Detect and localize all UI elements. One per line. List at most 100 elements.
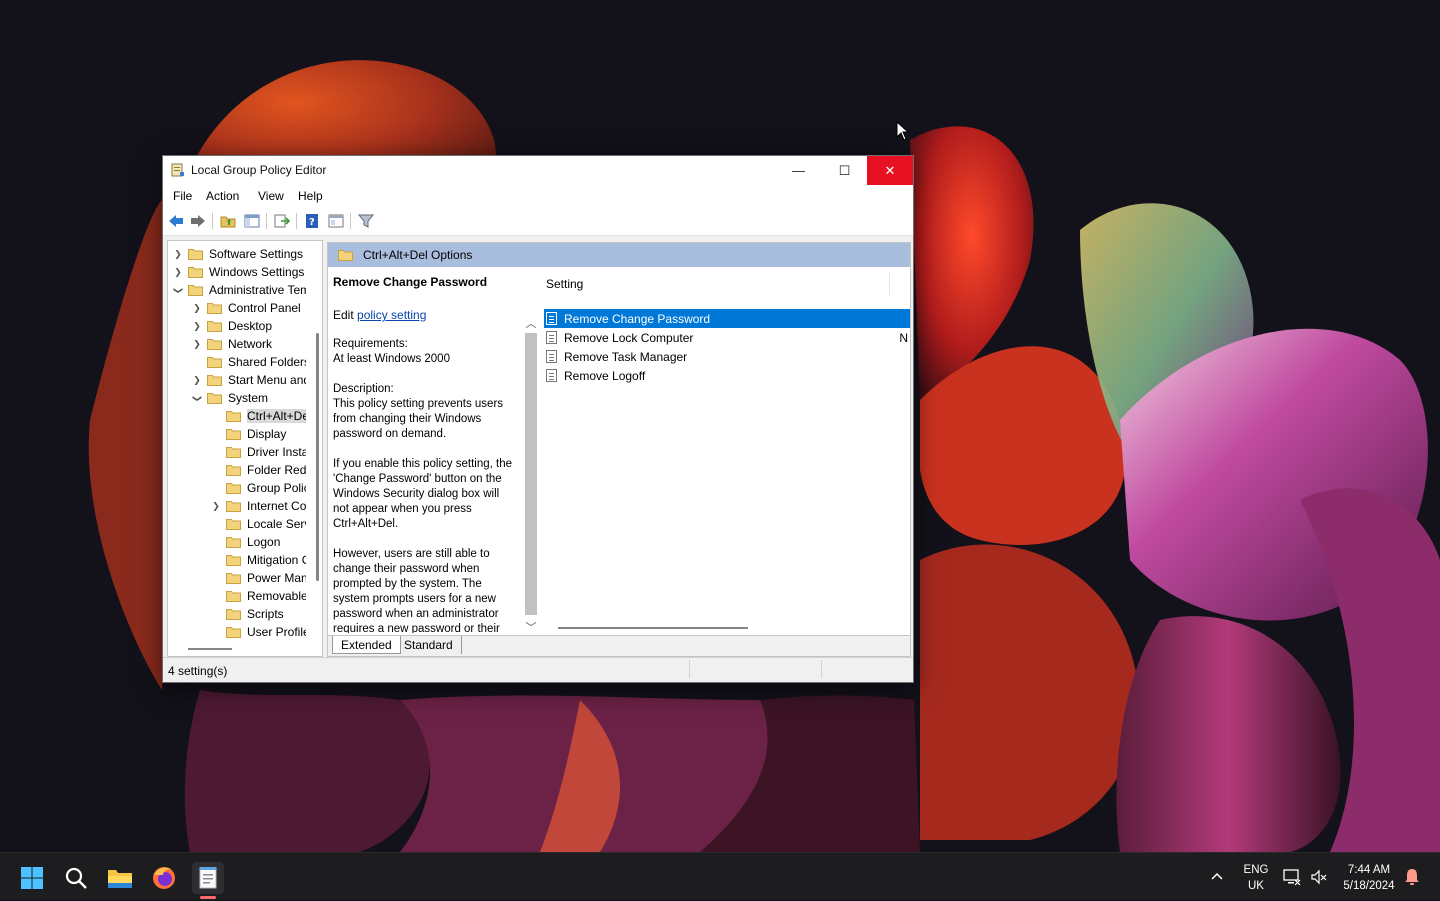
tree-item[interactable]: ❯ Desktop [191, 317, 272, 335]
clock[interactable]: 7:44 AM 5/18/2024 [1336, 862, 1402, 894]
tab-standard-label: Standard [404, 638, 453, 652]
tree-item[interactable]: Removable Storage Access [210, 587, 306, 605]
status-divider [821, 660, 822, 678]
tree-item[interactable]: Driver Installation [210, 443, 306, 461]
title-bar[interactable]: Local Group Policy Editor — ☐ ✕ [163, 156, 913, 185]
mouse-cursor-icon [896, 121, 910, 141]
tree-item[interactable]: Mitigation Options [210, 551, 306, 569]
language-indicator[interactable]: ENG UK [1243, 862, 1269, 894]
list-horizontal-scrollbar[interactable] [558, 627, 748, 629]
maximize-icon: ☐ [838, 162, 851, 178]
folder-icon [226, 555, 241, 566]
tree-item[interactable]: Scripts [210, 605, 284, 623]
tree-view: ❯ Software Settings ❯ Windows Settings ❯ Admi… [168, 241, 306, 641]
tree-item[interactable]: ❯ System [191, 389, 269, 407]
tab-standard[interactable]: Standard [396, 636, 462, 654]
clock-date: 5/18/2024 [1343, 880, 1395, 892]
tree-item[interactable]: ❯ Software Settings [172, 245, 303, 263]
column-divider[interactable] [889, 273, 890, 295]
folder-icon [226, 501, 241, 512]
tree-pane[interactable]: ❯ Software Settings ❯ Windows Settings ❯ Admi… [167, 240, 323, 657]
folder-icon [207, 303, 222, 314]
show-hide-tree-icon[interactable] [243, 212, 261, 230]
tree-item-label: Windows Settings [209, 265, 305, 279]
back-arrow-icon[interactable] [167, 212, 185, 230]
tree-horizontal-scrollbar[interactable] [188, 648, 232, 650]
policy-editor-app-icon [171, 163, 184, 177]
details-pane: Ctrl+Alt+Del Options Remove Change Passw… [327, 242, 911, 657]
maximize-button[interactable]: ☐ [822, 156, 867, 185]
chevron-right-icon[interactable]: ❯ [191, 339, 203, 350]
folder-icon [226, 609, 241, 620]
scroll-up-icon[interactable]: ︿ [524, 315, 538, 331]
tree-item[interactable]: Group Policy [210, 479, 306, 497]
description-scrollbar[interactable]: ︿ ﹀ [524, 315, 538, 633]
tree-item[interactable]: Display [210, 425, 286, 443]
tree-item[interactable]: ❯ Internet Communication Management [210, 497, 306, 515]
tree-item[interactable]: Shared Folders [191, 353, 306, 371]
tree-item[interactable]: Logon [210, 533, 280, 551]
tree-item[interactable]: ❯ Administrative Templates [172, 281, 307, 299]
menu-action[interactable]: Action [206, 189, 239, 203]
properties-icon[interactable] [327, 212, 345, 230]
policy-setting-icon [546, 350, 557, 363]
tree-item[interactable]: Locale Services [210, 515, 306, 533]
toolbar-separator [350, 213, 351, 229]
policy-row-label: Remove Change Password [564, 311, 711, 326]
policy-row[interactable]: Remove Task Manager [544, 347, 910, 366]
toolbar: ? [163, 207, 913, 236]
policy-description: Requirements: At least Windows 2000 Descr… [333, 337, 515, 633]
minimize-button[interactable]: — [776, 156, 821, 185]
tree-item-label: Scripts [247, 607, 284, 621]
tree-item[interactable]: Power Management [210, 569, 306, 587]
chevron-up-icon[interactable] [1208, 867, 1226, 885]
filter-icon[interactable] [357, 212, 375, 230]
menu-view[interactable]: View [258, 189, 284, 203]
volume-muted-icon[interactable] [1310, 868, 1328, 886]
network-icon[interactable] [1283, 868, 1301, 886]
chevron-down-icon[interactable]: ❯ [192, 392, 203, 404]
column-setting[interactable]: Setting [546, 277, 583, 291]
tree-vertical-scrollbar[interactable] [316, 333, 319, 581]
tree-item[interactable]: ❯ Control Panel [191, 299, 301, 317]
close-button[interactable]: ✕ [867, 156, 913, 185]
menu-help[interactable]: Help [298, 189, 323, 203]
up-folder-icon[interactable] [219, 212, 237, 230]
policy-row-state: N [899, 330, 908, 345]
tab-extended[interactable]: Extended [332, 636, 401, 654]
view-tabs: Extended Standard [328, 635, 910, 656]
policy-setting-link[interactable]: policy setting [357, 308, 426, 322]
chevron-right-icon[interactable]: ❯ [172, 267, 184, 278]
tree-item-label: Locale Services [247, 517, 306, 531]
chevron-down-icon[interactable]: ❯ [173, 284, 184, 296]
tree-item[interactable]: User Profiles [210, 623, 306, 641]
chevron-right-icon[interactable]: ❯ [191, 375, 203, 386]
tree-item[interactable]: ❯ Start Menu and Taskbar [191, 371, 306, 389]
tree-item[interactable]: Folder Redirection [210, 461, 306, 479]
scroll-down-icon[interactable]: ﹀ [524, 619, 538, 633]
tree-item[interactable]: ❯ Windows Settings [172, 263, 304, 281]
tree-item[interactable]: ❯ Network [191, 335, 272, 353]
tree-item-label: Software Settings [209, 247, 304, 261]
folder-icon [338, 250, 353, 261]
scroll-thumb[interactable] [525, 333, 537, 615]
export-list-icon[interactable] [273, 212, 291, 230]
menu-file[interactable]: File [173, 189, 192, 203]
folder-icon [226, 483, 241, 494]
tree-item-label: Group Policy [247, 481, 306, 495]
folder-icon [226, 465, 241, 476]
policy-row-label: Remove Lock Computer [564, 330, 694, 345]
policy-row[interactable]: Remove Change Password [544, 309, 910, 328]
notification-bell-icon[interactable] [1404, 868, 1422, 886]
chevron-right-icon[interactable]: ❯ [210, 501, 222, 512]
help-icon[interactable]: ? [303, 212, 321, 230]
chevron-right-icon[interactable]: ❯ [191, 321, 203, 332]
policy-row[interactable]: Remove Lock Computer N [544, 328, 910, 347]
chevron-right-icon[interactable]: ❯ [172, 249, 184, 260]
forward-arrow-icon[interactable] [189, 212, 207, 230]
chevron-right-icon[interactable]: ❯ [191, 303, 203, 314]
policy-setting-icon [546, 312, 557, 325]
lang-region: UK [1248, 880, 1264, 892]
tree-item[interactable]: Ctrl+Alt+Del Options [210, 407, 306, 425]
policy-row[interactable]: Remove Logoff [544, 366, 910, 385]
